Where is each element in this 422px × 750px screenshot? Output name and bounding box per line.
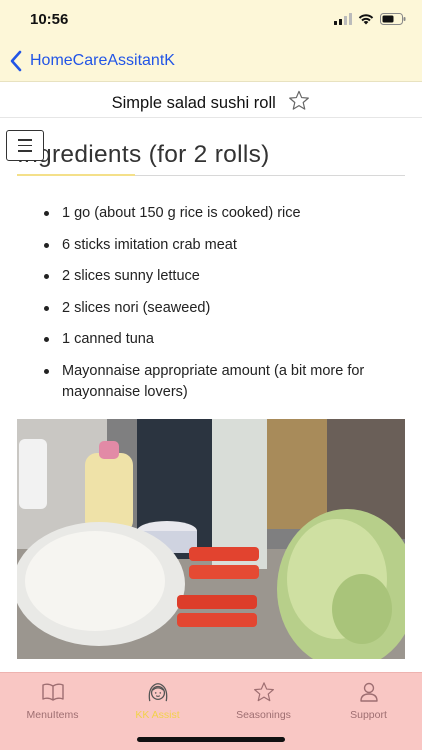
ingredients-heading: Ingredients (for 2 rolls) (17, 141, 270, 168)
menu-bar (18, 150, 32, 152)
book-icon (41, 683, 64, 701)
tab-menuitems[interactable]: MenuItems (0, 681, 105, 721)
battery-icon (380, 13, 406, 25)
tab-label: Support (350, 709, 387, 721)
wifi-icon (358, 14, 374, 25)
tab-kk-assist[interactable]: KK Assist (105, 681, 210, 721)
status-time: 10:56 (30, 11, 69, 28)
hamburger-menu-button[interactable] (6, 130, 44, 161)
cellular-signal-icon (334, 13, 352, 25)
ingredients-photo (17, 419, 405, 659)
recipe-title-wrap: Simple salad sushi roll (0, 90, 422, 113)
home-indicator (137, 737, 285, 742)
recipe-title-bar: Simple salad sushi roll (0, 82, 422, 118)
ingredient-item: 1 canned tuna (44, 329, 384, 350)
ingredient-item: 2 slices sunny lettuce (44, 266, 384, 287)
menu-bar (18, 144, 32, 147)
chevron-left-icon[interactable] (8, 50, 24, 72)
ingredients-photo-illustration (17, 419, 405, 659)
tab-label: KK Assist (135, 709, 180, 721)
hamburger-menu-icon (18, 139, 32, 141)
ingredient-item: 2 slices nori (seaweed) (44, 298, 384, 319)
star-outline-icon (253, 682, 274, 702)
status-bar: 10:56 (0, 0, 422, 40)
ingredient-item: Mayonnaise appropriate amount (a bit mor… (44, 361, 384, 403)
tab-support[interactable]: Support (316, 681, 421, 721)
tab-seasonings[interactable]: Seasonings (211, 681, 316, 721)
recipe-title: Simple salad sushi roll (111, 94, 276, 112)
recipe-content[interactable]: Ingredients (for 2 rolls) 1 go (about 15… (0, 119, 422, 672)
heading-accent (17, 174, 135, 176)
ingredients-list: 1 go (about 150 g rice is cooked) rice 6… (44, 203, 384, 413)
ingredient-item: 1 go (about 150 g rice is cooked) rice (44, 203, 384, 224)
tab-label: Seasonings (236, 709, 291, 721)
ingredient-item: 6 sticks imitation crab meat (44, 235, 384, 256)
status-icons (334, 13, 406, 25)
navigation-bar: HomeCareAssitantK (0, 40, 422, 82)
back-button[interactable]: HomeCareAssitantK (30, 52, 175, 70)
girl-face-icon (148, 683, 167, 702)
person-icon (359, 682, 378, 702)
favorite-star-icon[interactable] (288, 90, 310, 111)
tab-label: MenuItems (26, 709, 79, 721)
